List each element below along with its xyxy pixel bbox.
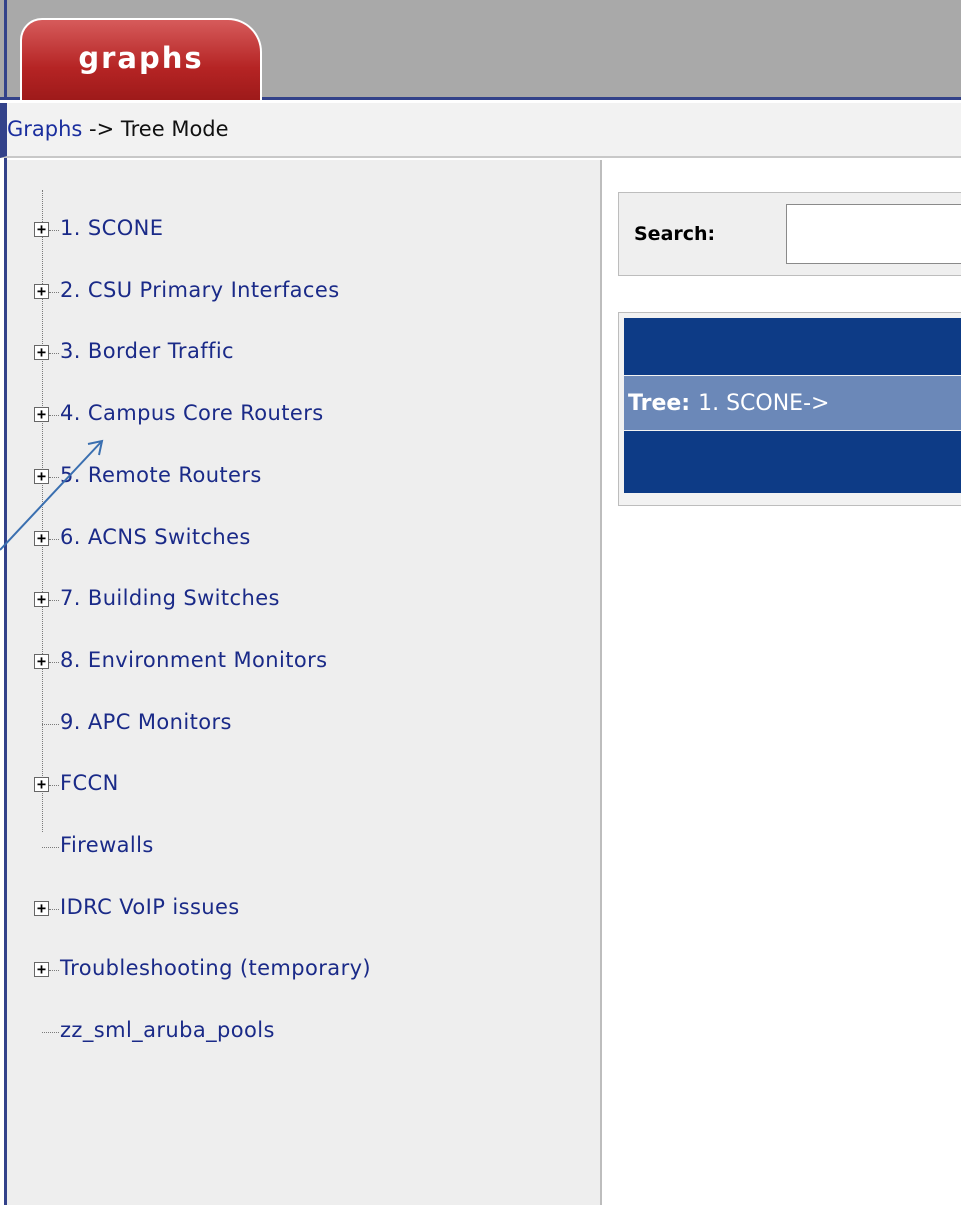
tree-connector [49,539,59,540]
tree-item-label[interactable]: Firewalls [60,833,154,857]
tree-path-label: Tree: [628,390,691,416]
tab-graphs-label: graphs [78,41,204,75]
tree-item-label[interactable]: 4. Campus Core Routers [60,401,324,425]
tree-item[interactable]: +6. ACNS Switches [7,519,597,559]
tree-item[interactable]: +4. Campus Core Routers [7,395,597,435]
tree-connector [49,415,59,416]
table-header-bar [624,318,961,375]
expand-plus-icon[interactable]: + [34,592,49,607]
tree-connector [49,353,59,354]
tree-item-label[interactable]: 8. Environment Monitors [60,648,327,672]
tree-item[interactable]: +2. CSU Primary Interfaces [7,272,597,312]
search-input[interactable] [786,204,961,264]
tree-item[interactable]: 9. APC Monitors [7,704,597,744]
tree-item-label[interactable]: 1. SCONE [60,216,163,240]
tree-item[interactable]: + Troubleshooting (temporary) [7,950,597,990]
tree-item[interactable]: +7. Building Switches [7,580,597,620]
tree-connector [42,724,59,725]
tree-item[interactable]: +5. Remote Routers [7,457,597,497]
expand-plus-icon[interactable]: + [34,962,49,977]
tree-item-label[interactable]: 2. CSU Primary Interfaces [60,278,340,302]
tree-item[interactable]: +3. Border Traffic [7,333,597,373]
tree-connector [49,785,59,786]
expand-plus-icon[interactable]: + [34,777,49,792]
tree-item[interactable]: +1. SCONE [7,210,597,250]
tab-graphs[interactable]: graphs [20,18,262,100]
left-border-line [4,0,7,100]
expand-plus-icon[interactable]: + [34,284,49,299]
expand-plus-icon[interactable]: + [34,901,49,916]
tree-sidebar: +1. SCONE +2. CSU Primary Interfaces +3. B… [7,160,602,1205]
tree-item-label[interactable]: 5. Remote Routers [60,463,262,487]
expand-plus-icon[interactable]: + [34,531,49,546]
tree-item[interactable]: Firewalls [7,827,597,867]
tree-item-label[interactable]: 7. Building Switches [60,586,280,610]
breadcrumb-bar: Graphs -> Tree Mode [0,103,961,158]
tree-info-panel: Tree: 1. SCONE-> [618,312,961,506]
tree-item[interactable]: +8. Environment Monitors [7,642,597,682]
search-label: Search: [634,223,716,245]
expand-plus-icon[interactable]: + [34,345,49,360]
tree-item-label[interactable]: zz_sml_aruba_pools [60,1018,275,1042]
tree-path-value: 1. SCONE-> [698,390,830,416]
tree-connector [49,477,59,478]
tree-item[interactable]: + IDRC VoIP issues [7,889,597,929]
tree-item-label[interactable]: 9. APC Monitors [60,710,232,734]
tree-connector [42,847,59,848]
tree-item-label[interactable]: Troubleshooting (temporary) [60,956,371,980]
breadcrumb-separator: -> [82,117,121,141]
tree-item-label[interactable]: FCCN [60,771,119,795]
tree-connector [49,662,59,663]
table-footer-bar [624,431,961,493]
tree-connector [49,909,59,910]
tree-connector [49,230,59,231]
tree-connector [42,1032,59,1033]
tree-item-label[interactable]: 3. Border Traffic [60,339,234,363]
tree-connector [49,292,59,293]
expand-plus-icon[interactable]: + [34,222,49,237]
tree-item[interactable]: + FCCN [7,765,597,805]
breadcrumb-link-graphs[interactable]: Graphs [7,117,82,141]
breadcrumb: Graphs -> Tree Mode [7,117,229,141]
search-panel: Search: [618,192,961,276]
tree-connector [49,600,59,601]
tree-connector [49,970,59,971]
tree-item[interactable]: zz_sml_aruba_pools [7,1012,597,1052]
expand-plus-icon[interactable]: + [34,407,49,422]
tree-path-row: Tree: 1. SCONE-> [624,376,961,430]
expand-plus-icon[interactable]: + [34,469,49,484]
breadcrumb-current: Tree Mode [120,117,229,141]
expand-plus-icon[interactable]: + [34,654,49,669]
tree-item-label[interactable]: 6. ACNS Switches [60,525,251,549]
tree-item-label[interactable]: IDRC VoIP issues [60,895,240,919]
